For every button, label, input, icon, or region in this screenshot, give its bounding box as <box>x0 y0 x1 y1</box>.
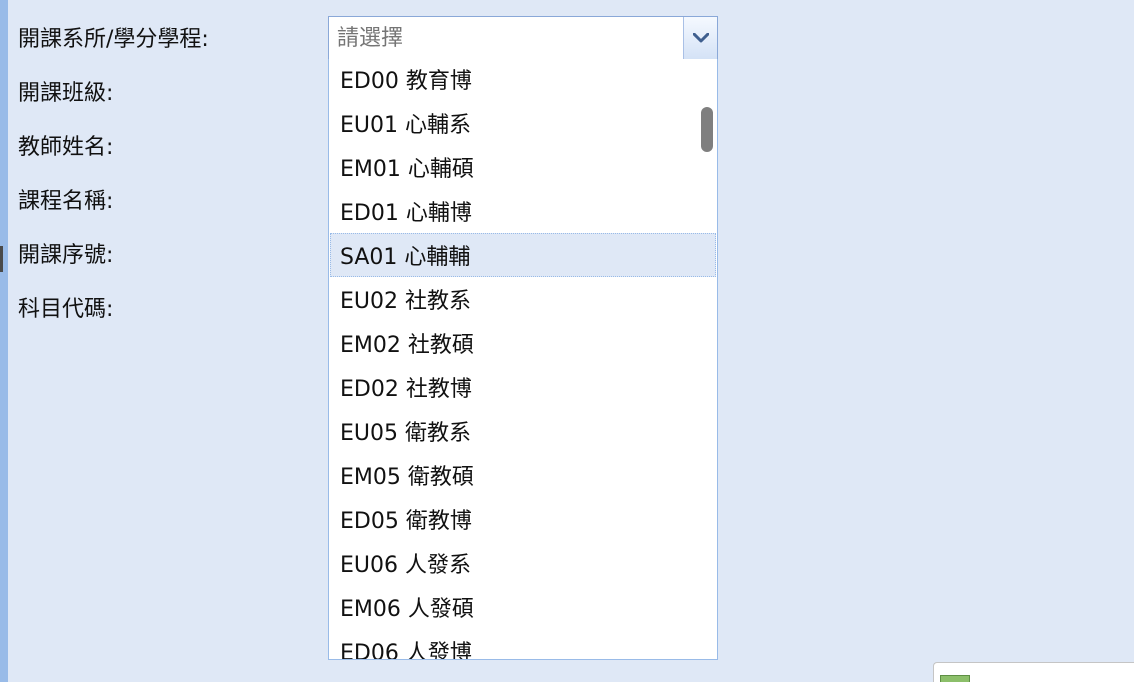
label-class: 開課班級: <box>18 81 114 106</box>
course-query-page: 開課系所/學分學程: 開課班級: 教師姓名: 課程名稱: 開課序號: 科目代碼:… <box>0 0 1134 682</box>
option-ED05[interactable]: ED05 衛教博 <box>330 497 716 541</box>
label-department: 開課系所/學分學程: <box>18 27 209 52</box>
option-ED06[interactable]: ED06 人發博 <box>330 629 716 659</box>
department-dropdown-list[interactable]: ED00 教育博 EU01 心輔系 EM01 心輔碩 ED01 心輔博 SA01… <box>328 59 718 660</box>
left-panel-border <box>0 0 8 682</box>
spreadsheet-icon <box>940 675 970 682</box>
chevron-down-icon <box>692 33 709 43</box>
label-course-name: 課程名稱: <box>18 189 114 214</box>
option-ED00[interactable]: ED00 教育博 <box>330 59 716 101</box>
option-EU02[interactable]: EU02 社教系 <box>330 277 716 321</box>
department-combo-input[interactable] <box>329 17 681 59</box>
bottom-right-panel <box>933 662 1134 682</box>
option-EU06[interactable]: EU06 人發系 <box>330 541 716 585</box>
option-ED02[interactable]: ED02 社教博 <box>330 365 716 409</box>
option-EM02[interactable]: EM02 社教碩 <box>330 321 716 365</box>
option-EM01[interactable]: EM01 心輔碩 <box>330 145 716 189</box>
department-combobox[interactable] <box>328 16 718 60</box>
department-combo-trigger[interactable] <box>683 17 717 59</box>
label-teacher-name: 教師姓名: <box>18 135 114 160</box>
option-EM06[interactable]: EM06 人發碩 <box>330 585 716 629</box>
panel-splitter-handle[interactable] <box>0 246 3 272</box>
option-SA01[interactable]: SA01 心輔輔 <box>330 233 716 277</box>
dropdown-scrollbar-thumb[interactable] <box>701 107 713 152</box>
option-EU05[interactable]: EU05 衛教系 <box>330 409 716 453</box>
label-course-serial: 開課序號: <box>18 243 114 268</box>
option-EM05[interactable]: EM05 衛教碩 <box>330 453 716 497</box>
option-EU01[interactable]: EU01 心輔系 <box>330 101 716 145</box>
option-ED01[interactable]: ED01 心輔博 <box>330 189 716 233</box>
label-subject-code: 科目代碼: <box>18 297 114 322</box>
